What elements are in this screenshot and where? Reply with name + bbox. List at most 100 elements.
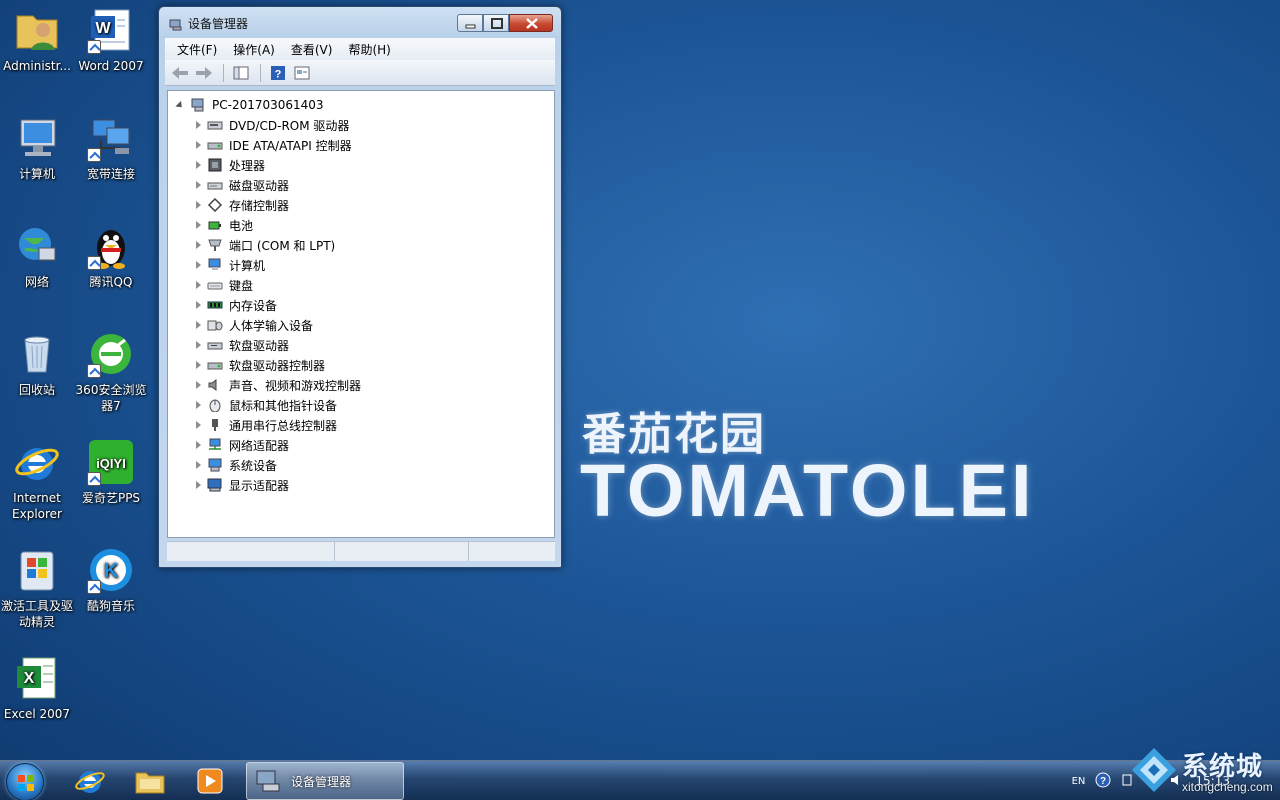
status-cell bbox=[335, 542, 469, 561]
expand-arrow-icon[interactable] bbox=[196, 341, 201, 349]
tree-item-label: 通用串行总线控制器 bbox=[229, 418, 338, 433]
tree-item-ide[interactable]: IDE ATA/ATAPI 控制器 bbox=[196, 135, 352, 155]
desktop-icon-excel[interactable]: X Excel 2007 bbox=[0, 654, 74, 722]
expand-arrow-icon[interactable] bbox=[196, 281, 201, 289]
taskbar-pin-ie[interactable] bbox=[62, 763, 118, 799]
expand-arrow-icon[interactable] bbox=[196, 261, 201, 269]
dvd-drive-icon bbox=[207, 118, 223, 132]
tree-item-dvd[interactable]: DVD/CD-ROM 驱动器 bbox=[196, 115, 349, 135]
expand-arrow-icon[interactable] bbox=[196, 201, 201, 209]
desktop-icon-360-browser[interactable]: 360安全浏览器7 bbox=[74, 330, 148, 414]
tree-item-keyboard[interactable]: 键盘 bbox=[196, 275, 253, 295]
menu-help[interactable]: 帮助(H) bbox=[340, 41, 398, 58]
desktop-icon-label: 360安全浏览器7 bbox=[75, 383, 147, 413]
tree-item-processor[interactable]: 处理器 bbox=[196, 155, 265, 175]
collapse-arrow-icon[interactable] bbox=[175, 100, 185, 110]
back-button[interactable] bbox=[169, 63, 191, 83]
expand-arrow-icon[interactable] bbox=[196, 441, 201, 449]
tree-item-hid[interactable]: 人体学输入设备 bbox=[196, 315, 313, 335]
desktop-icon-kugou[interactable]: K 酷狗音乐 bbox=[74, 546, 148, 614]
desktop-icon-word[interactable]: W Word 2007 bbox=[74, 6, 148, 74]
menu-action[interactable]: 操作(A) bbox=[225, 41, 283, 58]
desktop-icon-label: 网络 bbox=[24, 275, 49, 289]
tree-item-storage[interactable]: 存储控制器 bbox=[196, 195, 289, 215]
desktop-icon-internet-explorer[interactable]: Internet Explorer bbox=[0, 438, 74, 522]
shortcut-arrow-icon bbox=[87, 148, 101, 162]
expand-arrow-icon[interactable] bbox=[196, 361, 201, 369]
close-button[interactable] bbox=[509, 14, 553, 32]
expand-arrow-icon[interactable] bbox=[196, 161, 201, 169]
desktop-icon-computer[interactable]: 计算机 bbox=[0, 114, 74, 182]
forward-button[interactable] bbox=[193, 63, 215, 83]
toolbar-separator bbox=[260, 63, 261, 82]
minimize-button[interactable] bbox=[457, 14, 483, 32]
tree-item-floppy[interactable]: 软盘驱动器 bbox=[196, 335, 289, 355]
disk-drive-icon bbox=[207, 178, 223, 192]
tree-item-battery[interactable]: 电池 bbox=[196, 215, 253, 235]
menu-file[interactable]: 文件(F) bbox=[169, 41, 225, 58]
tree-root-node[interactable]: PC-201703061403 bbox=[175, 95, 324, 115]
expand-arrow-icon[interactable] bbox=[196, 181, 201, 189]
tree-item-mouse[interactable]: 鼠标和其他指针设备 bbox=[196, 395, 337, 415]
desktop-icon-administrator[interactable]: Administr... bbox=[0, 6, 74, 74]
expand-arrow-icon[interactable] bbox=[196, 321, 201, 329]
tree-item-display-adapter[interactable]: 显示适配器 bbox=[196, 475, 289, 495]
maximize-button[interactable] bbox=[483, 14, 509, 32]
expand-arrow-icon[interactable] bbox=[196, 481, 201, 489]
tree-item-label: DVD/CD-ROM 驱动器 bbox=[229, 118, 350, 133]
expand-arrow-icon[interactable] bbox=[196, 121, 201, 129]
scan-hardware-button[interactable] bbox=[291, 63, 313, 83]
tree-item-system-devices[interactable]: 系统设备 bbox=[196, 455, 277, 475]
maximize-icon bbox=[491, 18, 503, 29]
tree-item-label: 处理器 bbox=[229, 158, 266, 173]
device-manager-icon bbox=[169, 16, 183, 31]
tree-item-floppy-controller[interactable]: 软盘驱动器控制器 bbox=[196, 355, 325, 375]
tree-item-label: 声音、视频和游戏控制器 bbox=[229, 378, 362, 393]
status-cell bbox=[469, 542, 555, 561]
tree-item-label: 人体学输入设备 bbox=[229, 318, 314, 333]
tree-item-usb[interactable]: 通用串行总线控制器 bbox=[196, 415, 337, 435]
help-icon: ? bbox=[271, 65, 285, 80]
tree-item-label: 端口 (COM 和 LPT) bbox=[229, 238, 336, 253]
expand-arrow-icon[interactable] bbox=[196, 401, 201, 409]
expand-arrow-icon[interactable] bbox=[196, 221, 201, 229]
language-indicator[interactable]: EN bbox=[1072, 776, 1086, 787]
properties-view-button[interactable] bbox=[230, 63, 252, 83]
title-bar[interactable]: 设备管理器 bbox=[159, 7, 561, 37]
taskbar-task-device-manager[interactable]: 设备管理器 bbox=[246, 762, 404, 800]
expand-arrow-icon[interactable] bbox=[196, 301, 201, 309]
desktop-icon-qq[interactable]: 腾讯QQ bbox=[74, 222, 148, 290]
tree-item-network-adapter[interactable]: 网络适配器 bbox=[196, 435, 289, 455]
usb-icon bbox=[207, 418, 223, 432]
expand-arrow-icon[interactable] bbox=[196, 141, 201, 149]
desktop-icon-recycle-bin[interactable]: 回收站 bbox=[0, 330, 74, 398]
svg-text:?: ? bbox=[1100, 776, 1106, 787]
tree-item-memory[interactable]: 内存设备 bbox=[196, 295, 277, 315]
tree-item-label: 计算机 bbox=[229, 258, 266, 273]
storage-controller-icon bbox=[207, 197, 223, 213]
tree-item-disk[interactable]: 磁盘驱动器 bbox=[196, 175, 289, 195]
taskbar-pin-explorer[interactable] bbox=[122, 763, 178, 799]
desktop-icon-network[interactable]: 网络 bbox=[0, 222, 74, 290]
menu-view[interactable]: 查看(V) bbox=[283, 41, 341, 58]
expand-arrow-icon[interactable] bbox=[196, 381, 201, 389]
expand-arrow-icon[interactable] bbox=[196, 421, 201, 429]
expand-arrow-icon[interactable] bbox=[196, 241, 201, 249]
help-button[interactable]: ? bbox=[267, 63, 289, 83]
tree-item-ports[interactable]: 端口 (COM 和 LPT) bbox=[196, 235, 335, 255]
tree-item-computer[interactable]: 计算机 bbox=[196, 255, 265, 275]
tree-item-sound[interactable]: 声音、视频和游戏控制器 bbox=[196, 375, 361, 395]
help-tray-icon[interactable]: ? bbox=[1095, 772, 1111, 791]
desktop-icon-broadband[interactable]: 宽带连接 bbox=[74, 114, 148, 182]
expand-arrow-icon[interactable] bbox=[196, 461, 201, 469]
tree-item-label: 软盘驱动器 bbox=[229, 338, 290, 353]
tree-root-label: PC-201703061403 bbox=[212, 98, 324, 112]
start-button[interactable] bbox=[6, 763, 44, 800]
network-icon bbox=[13, 222, 61, 270]
computer-icon bbox=[207, 258, 223, 272]
desktop-icon-iqiyi[interactable]: iQIYI 爱奇艺PPS bbox=[74, 438, 148, 506]
taskbar-pin-media-player[interactable] bbox=[182, 763, 238, 799]
desktop-icon-activation-tool[interactable]: 激活工具及驱动精灵 bbox=[0, 546, 74, 630]
watermark: 系统城 xitongcheng.com bbox=[1126, 744, 1280, 800]
ide-controller-icon bbox=[207, 138, 223, 152]
